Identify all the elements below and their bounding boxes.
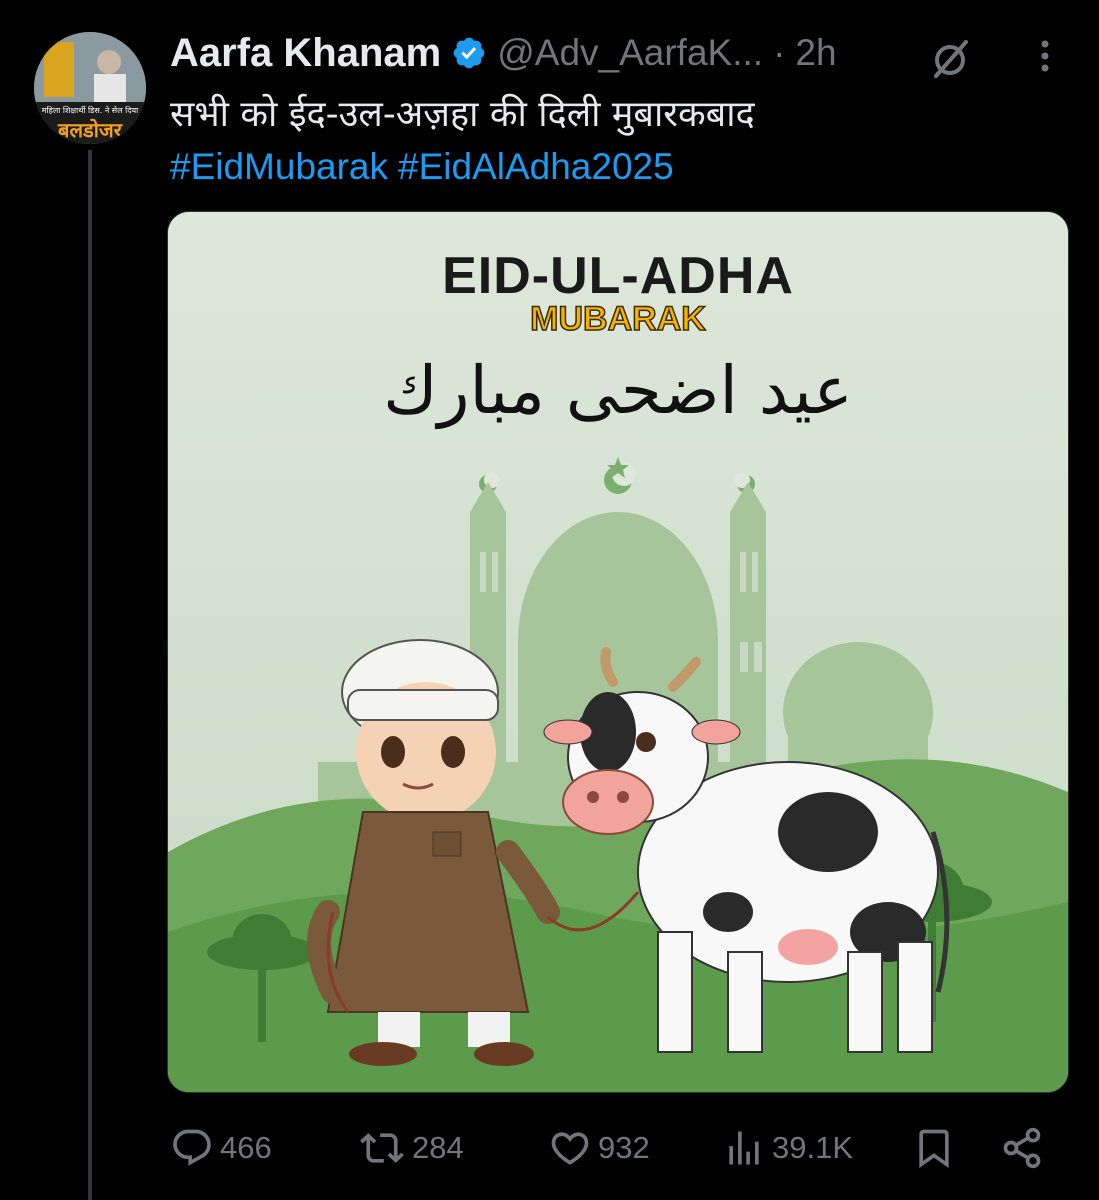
image-arabic-text: عيد اضحى مبارك xyxy=(383,352,853,429)
retweet-count: 284 xyxy=(412,1130,464,1165)
bookmark-button[interactable] xyxy=(912,1120,962,1176)
like-button[interactable]: 932 xyxy=(548,1120,650,1176)
thread-line xyxy=(88,150,92,1200)
bookmark-icon xyxy=(919,1129,949,1169)
reply-icon xyxy=(173,1129,211,1166)
hashtag-link[interactable]: #EidMubarak xyxy=(170,146,388,187)
share-button[interactable] xyxy=(1000,1120,1050,1176)
retweet-button[interactable]: 284 xyxy=(358,1120,464,1176)
reply-button[interactable]: 466 xyxy=(170,1120,272,1176)
avatar[interactable]: महिला शिक्षार्थी डिस. ने सेल दिया बलडोजर xyxy=(34,32,146,144)
views-button[interactable]: 39.1K xyxy=(722,1120,853,1176)
hashtags: #EidMubarak #EidAlAdha2025 xyxy=(170,142,684,192)
image-subtitle: MUBARAK xyxy=(529,299,706,339)
more-icon[interactable] xyxy=(1030,36,1060,76)
tweet-header: Aarfa Khanam @Adv_AarfaK... · 2h xyxy=(170,28,837,78)
timestamp[interactable]: 2h xyxy=(795,32,836,74)
avatar-title: बलडोजर xyxy=(58,118,122,142)
share-icon xyxy=(1003,1127,1041,1169)
views-count: 39.1K xyxy=(772,1130,854,1165)
handle[interactable]: @Adv_AarfaK... xyxy=(497,32,763,74)
tweet-text: सभी को ईद-उल-अज़हा की दिली मुबारकबाद xyxy=(170,94,755,135)
like-count: 932 xyxy=(598,1130,650,1165)
separator-dot: · xyxy=(773,32,786,73)
image-title: EID-UL-ADHA xyxy=(442,247,794,305)
display-name[interactable]: Aarfa Khanam xyxy=(170,31,441,76)
eid-illustration xyxy=(168,212,1068,1092)
hashtag-link[interactable]: #EidAlAdha2025 xyxy=(398,146,674,187)
grok-icon[interactable] xyxy=(930,38,972,80)
reply-count: 466 xyxy=(220,1130,272,1165)
verified-icon xyxy=(451,35,487,71)
avatar-caption: महिला शिक्षार्थी डिस. ने सेल दिया xyxy=(41,106,139,115)
like-icon xyxy=(551,1132,589,1165)
tweet-image[interactable]: EID-UL-ADHA MUBARAK عيد اضحى مبارك xyxy=(167,211,1069,1093)
views-icon xyxy=(729,1131,759,1165)
action-bar: 466 284 932 39.1K xyxy=(170,1120,1050,1176)
retweet-icon xyxy=(360,1133,404,1163)
